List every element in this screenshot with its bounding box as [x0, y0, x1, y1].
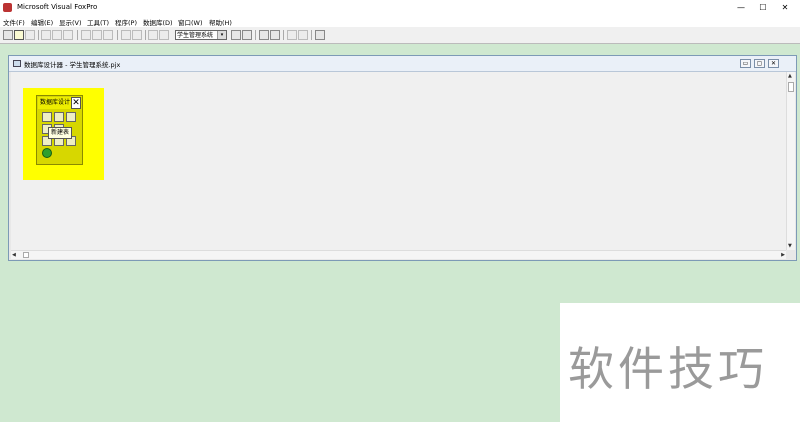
- scroll-left-arrow-icon[interactable]: ◀: [12, 252, 16, 258]
- designer-title: 数据库设计器 - 学生管理系统.pjx: [24, 61, 121, 69]
- menu-edit[interactable]: 编辑(E): [31, 17, 53, 27]
- database-designer-window: 数据库设计器 - 学生管理系统.pjx ▭ ▢ ✕ ▲ ▼ ◀ ▶: [8, 55, 797, 261]
- open-folder-icon[interactable]: [14, 30, 24, 40]
- db-toolbar-title[interactable]: 数据库设计: [38, 97, 72, 109]
- minimize-button[interactable]: —: [732, 2, 750, 13]
- designer-title-bar[interactable]: 数据库设计器 - 学生管理系统.pjx ▭ ▢ ✕: [9, 56, 796, 72]
- command-window-icon[interactable]: [231, 30, 241, 40]
- project-select-value: 学生管理系统: [177, 32, 214, 39]
- new-table-icon[interactable]: [42, 112, 52, 122]
- save-icon[interactable]: [25, 30, 35, 40]
- designer-close-button[interactable]: ✕: [768, 59, 779, 68]
- standard-toolbar: 学生管理系统 ▾: [0, 27, 800, 44]
- menu-program[interactable]: 程序(P): [115, 17, 137, 27]
- run-icon[interactable]: [148, 30, 158, 40]
- toolbar-separator: [311, 30, 312, 40]
- print-icon[interactable]: [41, 30, 51, 40]
- toolbar-separator: [145, 30, 146, 40]
- modify-icon[interactable]: [159, 30, 169, 40]
- help-icon[interactable]: [315, 30, 325, 40]
- scroll-down-arrow-icon[interactable]: ▼: [788, 243, 792, 249]
- toolbar-separator: [283, 30, 284, 40]
- menu-tools[interactable]: 工具(T): [87, 17, 109, 27]
- redo-icon[interactable]: [132, 30, 142, 40]
- menu-view[interactable]: 显示(V): [59, 17, 82, 27]
- designer-maximize-button[interactable]: ▢: [754, 59, 765, 68]
- print-preview-icon[interactable]: [52, 30, 62, 40]
- project-select[interactable]: 学生管理系统 ▾: [175, 30, 227, 40]
- maximize-button[interactable]: ☐: [754, 2, 772, 13]
- view-window-icon[interactable]: [242, 30, 252, 40]
- report-wizard-icon[interactable]: [270, 30, 280, 40]
- spellcheck-icon[interactable]: [63, 30, 73, 40]
- undo-icon[interactable]: [121, 30, 131, 40]
- horizontal-scrollbar[interactable]: ◀ ▶: [11, 250, 786, 259]
- autoreport-icon[interactable]: [298, 30, 308, 40]
- form-wizard-icon[interactable]: [259, 30, 269, 40]
- autoform-icon[interactable]: [287, 30, 297, 40]
- horizontal-scroll-thumb[interactable]: [23, 252, 29, 258]
- new-file-icon[interactable]: [3, 30, 13, 40]
- toolbar-separator: [117, 30, 118, 40]
- chevron-down-icon[interactable]: ▾: [217, 31, 226, 39]
- scroll-up-arrow-icon[interactable]: ▲: [788, 73, 792, 79]
- database-icon: [13, 60, 21, 67]
- watermark-panel: 软件技巧: [560, 303, 800, 422]
- app-title: Microsoft Visual FoxPro: [17, 3, 98, 11]
- connections-icon[interactable]: [42, 148, 52, 158]
- vertical-scrollbar[interactable]: ▲ ▼: [786, 72, 795, 250]
- vertical-scroll-thumb[interactable]: [788, 82, 794, 92]
- close-button[interactable]: ✕: [776, 2, 794, 13]
- copy-icon[interactable]: [92, 30, 102, 40]
- paste-icon[interactable]: [103, 30, 113, 40]
- toolbar-separator: [38, 30, 39, 40]
- designer-canvas[interactable]: [11, 72, 786, 250]
- menu-window[interactable]: 窗口(W): [178, 17, 203, 27]
- watermark-text: 软件技巧: [568, 342, 768, 396]
- app-title-bar: Microsoft Visual FoxPro — ☐ ✕: [0, 0, 800, 15]
- menu-database[interactable]: 数据库(D): [143, 17, 173, 27]
- menu-help[interactable]: 帮助(H): [209, 17, 232, 27]
- cut-icon[interactable]: [81, 30, 91, 40]
- toolbar-separator: [77, 30, 78, 40]
- add-table-icon[interactable]: [54, 112, 64, 122]
- menu-file[interactable]: 文件(F): [3, 17, 25, 27]
- remove-table-icon[interactable]: [66, 112, 76, 122]
- db-toolbar-close-button[interactable]: ✕: [71, 97, 81, 109]
- scroll-right-arrow-icon[interactable]: ▶: [781, 252, 785, 258]
- toolbar-separator: [255, 30, 256, 40]
- new-table-tooltip: 新建表: [48, 127, 73, 139]
- designer-minimize-button[interactable]: ▭: [740, 59, 751, 68]
- foxpro-app-icon: [3, 3, 12, 12]
